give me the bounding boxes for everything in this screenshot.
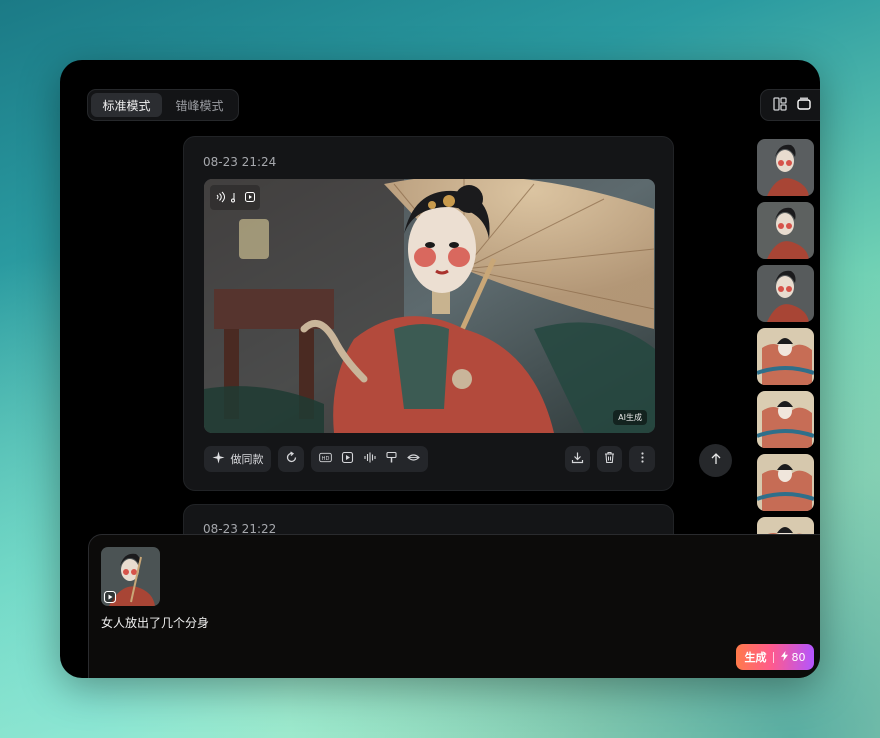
download-button[interactable] (565, 446, 590, 472)
thumbnail-item[interactable] (757, 454, 814, 511)
delete-button[interactable] (597, 446, 622, 472)
video-icon (103, 589, 117, 604)
app-window: 标准模式 错峰模式 08-23 21:24 AI生成 做同款 HD 08-23 … (60, 60, 820, 678)
waveform-icon[interactable] (363, 451, 376, 467)
thumbnail-item[interactable] (757, 328, 814, 385)
image-badges (210, 185, 260, 210)
thumbnail-item[interactable] (757, 391, 814, 448)
thumbnail-item[interactable] (757, 202, 814, 259)
generate-button[interactable]: 生成 80 (736, 644, 814, 670)
view-switch (760, 89, 820, 121)
credits-cost: 80 (780, 650, 806, 664)
reference-image[interactable] (101, 547, 160, 606)
thumbnail-item[interactable] (757, 139, 814, 196)
same-style-label: 做同款 (230, 453, 264, 466)
video-icon (244, 188, 256, 207)
card-toolbar: 做同款 HD (204, 446, 655, 472)
thumbnail-item[interactable] (757, 265, 814, 322)
trash-icon (603, 451, 616, 467)
regenerate-button[interactable] (278, 446, 304, 472)
ai-generated-tag: AI生成 (613, 410, 647, 425)
grid-view-icon[interactable] (773, 96, 787, 115)
prompt-text[interactable]: 女人放出了几个分身 (101, 614, 209, 631)
lips-icon[interactable] (407, 451, 420, 467)
list-view-icon[interactable] (797, 96, 811, 115)
svg-text:HD: HD (322, 456, 330, 462)
audio-icon (214, 188, 226, 207)
prompt-composer: 女人放出了几个分身 生成 80 (88, 534, 820, 678)
credits-value: 80 (791, 650, 806, 664)
lightning-icon (780, 650, 789, 664)
divider (772, 651, 774, 663)
download-icon (571, 451, 584, 467)
music-note-icon (229, 188, 241, 207)
arrow-up-icon (709, 451, 723, 470)
generation-card: 08-23 21:24 AI生成 做同款 HD (183, 136, 674, 491)
mode-switch: 标准模式 错峰模式 (87, 89, 239, 121)
hd-icon[interactable]: HD (319, 451, 332, 467)
brush-icon[interactable] (385, 451, 398, 467)
enhance-tools-group: HD (311, 446, 428, 472)
generated-image[interactable]: AI生成 (204, 179, 655, 433)
opera-character-artwork (204, 179, 655, 433)
tab-standard-mode[interactable]: 标准模式 (91, 93, 162, 117)
sparkle-icon (212, 451, 225, 467)
refresh-icon (285, 451, 298, 467)
scroll-to-top-button[interactable] (699, 444, 732, 477)
video-generate-icon[interactable] (341, 451, 354, 467)
tab-staggered-mode[interactable]: 错峰模式 (164, 93, 235, 117)
history-thumbnails (757, 139, 817, 574)
more-button[interactable] (629, 446, 655, 472)
same-style-button[interactable]: 做同款 (204, 446, 271, 472)
generate-label: 生成 (744, 651, 767, 664)
card-timestamp: 08-23 21:24 (203, 155, 277, 169)
more-vertical-icon (636, 451, 649, 467)
